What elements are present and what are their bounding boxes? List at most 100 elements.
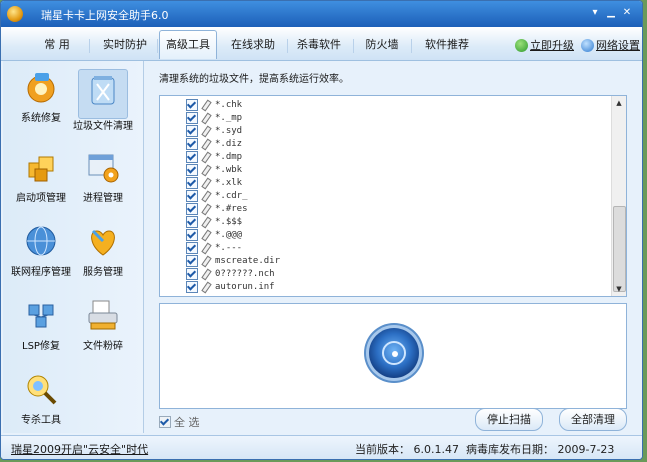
scroll-up-icon[interactable]: ▲ — [612, 96, 626, 110]
edit-icon[interactable] — [201, 100, 210, 110]
scan-progress-area — [159, 303, 627, 409]
list-item[interactable]: *.syd — [186, 124, 242, 137]
sidebar: 系统修复 垃圾文件清理 启动项管理 进程管理 联网程序管理 服务管理 LSP修复… — [3, 61, 144, 433]
edit-icon[interactable] — [201, 126, 210, 136]
file-type-list[interactable]: *.chk *._mp *.syd *.diz *.dmp *.wbk *.xl… — [159, 95, 627, 297]
scroll-down-icon[interactable]: ▼ — [612, 282, 626, 296]
checkbox[interactable] — [186, 228, 198, 241]
list-item[interactable]: *.dmp — [186, 150, 242, 163]
checkbox[interactable] — [186, 189, 198, 202]
trash-clean-icon — [85, 72, 121, 108]
page-description: 清理系统的垃圾文件，提高系统运行效率。 — [159, 74, 349, 85]
sidebar-item-system-repair[interactable]: 系统修复 — [11, 69, 71, 124]
tab-common[interactable]: 常 用 — [31, 35, 83, 55]
edit-icon[interactable] — [201, 178, 210, 188]
kill-tool-icon — [23, 371, 59, 407]
edit-icon[interactable] — [201, 256, 210, 266]
lsp-icon — [23, 297, 59, 333]
scanning-spinner-icon — [369, 328, 419, 378]
list-item[interactable]: *.diz — [186, 137, 242, 150]
tab-software[interactable]: 软件推荐 — [419, 35, 475, 55]
startup-icon — [23, 149, 59, 185]
tab-advanced-tools[interactable]: 高级工具 — [159, 30, 217, 59]
list-item[interactable]: *.xlk — [186, 176, 242, 189]
edit-icon[interactable] — [201, 217, 210, 227]
title-bar: 瑞星卡卡上网安全助手6.0 ▾ ▁ ✕ — [1, 1, 642, 27]
list-item[interactable]: *.chk — [186, 98, 242, 111]
main-panel: 清理系统的垃圾文件，提高系统运行效率。 *.chk *._mp *.syd *.… — [147, 61, 637, 433]
tab-antivirus[interactable]: 杀毒软件 — [291, 35, 347, 55]
window-title: 瑞星卡卡上网安全助手6.0 — [41, 9, 169, 22]
list-item[interactable]: *.wbk — [186, 163, 242, 176]
promo-link[interactable]: 瑞星2009开启"云安全"时代 — [11, 441, 148, 457]
checkbox[interactable] — [186, 267, 198, 280]
select-all-checkbox[interactable]: 全 选 — [159, 414, 200, 430]
clean-all-button[interactable]: 全部清理 — [559, 408, 627, 431]
checkbox[interactable] — [186, 150, 198, 163]
checkbox[interactable] — [186, 111, 198, 124]
tab-realtime[interactable]: 实时防护 — [97, 35, 153, 55]
edit-icon[interactable] — [201, 113, 210, 123]
list-item[interactable]: *.cdr_ — [186, 189, 248, 202]
list-scrollbar[interactable]: ▲ ▼ — [611, 96, 626, 296]
checkbox[interactable] — [186, 176, 198, 189]
edit-icon[interactable] — [201, 282, 210, 292]
checkbox[interactable] — [186, 137, 198, 150]
list-item[interactable]: *.$$$ — [186, 215, 242, 228]
list-item[interactable]: *.@@@ — [186, 228, 242, 241]
sidebar-item-trash-clean[interactable]: 垃圾文件清理 — [73, 69, 133, 132]
checkbox[interactable] — [186, 254, 198, 267]
service-icon — [85, 223, 121, 259]
list-item[interactable]: 0??????.nch — [186, 267, 275, 280]
checkbox[interactable] — [186, 241, 198, 254]
checkbox[interactable] — [159, 416, 171, 428]
menu-arrow-icon[interactable]: ▾ — [589, 8, 601, 18]
checkbox[interactable] — [186, 124, 198, 137]
upgrade-icon — [515, 38, 528, 52]
stop-scan-button[interactable]: 停止扫描 — [475, 408, 543, 431]
status-bar: 瑞星2009开启"云安全"时代 当前版本： 6.0.1.47 病毒库发布日期： … — [1, 435, 642, 459]
system-repair-icon — [23, 69, 59, 105]
network-settings-icon — [581, 38, 594, 52]
sidebar-item-kill-tool[interactable]: 专杀工具 — [11, 371, 71, 426]
checkbox[interactable] — [186, 163, 198, 176]
shredder-icon — [85, 297, 121, 333]
app-logo-icon — [7, 6, 23, 22]
sidebar-item-lsp[interactable]: LSP修复 — [11, 297, 71, 352]
sidebar-item-startup[interactable]: 启动项管理 — [11, 149, 71, 204]
close-button[interactable]: ✕ — [621, 8, 633, 18]
process-icon — [85, 149, 121, 185]
edit-icon[interactable] — [201, 204, 210, 214]
list-item[interactable]: mscreate.dir — [186, 254, 280, 267]
version-text: 当前版本： 6.0.1.47 — [355, 443, 459, 456]
sidebar-item-shredder[interactable]: 文件粉碎 — [73, 297, 133, 352]
sidebar-item-network-program[interactable]: 联网程序管理 — [11, 223, 71, 278]
checkbox[interactable] — [186, 98, 198, 111]
checkbox[interactable] — [186, 215, 198, 228]
minimize-button[interactable]: ▁ — [605, 8, 617, 18]
app-window: 瑞星卡卡上网安全助手6.0 ▾ ▁ ✕ 常 用 实时防护 高级工具 在线求助 杀… — [0, 0, 643, 460]
list-item[interactable]: autorun.inf — [186, 280, 275, 293]
checkbox[interactable] — [186, 202, 198, 215]
tab-bar: 常 用 实时防护 高级工具 在线求助 杀毒软件 防火墙 软件推荐 立即升级 网络… — [1, 27, 642, 61]
tab-online-help[interactable]: 在线求助 — [225, 35, 281, 55]
checkbox[interactable] — [186, 280, 198, 293]
list-item[interactable]: *._mp — [186, 111, 242, 124]
sidebar-item-process[interactable]: 进程管理 — [73, 149, 133, 204]
list-item[interactable]: *.--- — [186, 241, 242, 254]
list-item[interactable]: *.#res — [186, 202, 248, 215]
edit-icon[interactable] — [201, 243, 210, 253]
upgrade-link[interactable]: 立即升级 — [515, 37, 574, 53]
tab-firewall[interactable]: 防火墙 — [359, 35, 405, 55]
edit-icon[interactable] — [201, 191, 210, 201]
virus-db-date: 病毒库发布日期： 2009-7-23 17:30 — [466, 443, 615, 459]
edit-icon[interactable] — [201, 139, 210, 149]
edit-icon[interactable] — [201, 152, 210, 162]
network-settings-link[interactable]: 网络设置 — [581, 37, 640, 53]
network-program-icon — [23, 223, 59, 259]
sidebar-item-service[interactable]: 服务管理 — [73, 223, 133, 278]
edit-icon[interactable] — [201, 165, 210, 175]
scroll-thumb[interactable] — [613, 206, 626, 292]
edit-icon[interactable] — [201, 230, 210, 240]
edit-icon[interactable] — [201, 269, 210, 279]
